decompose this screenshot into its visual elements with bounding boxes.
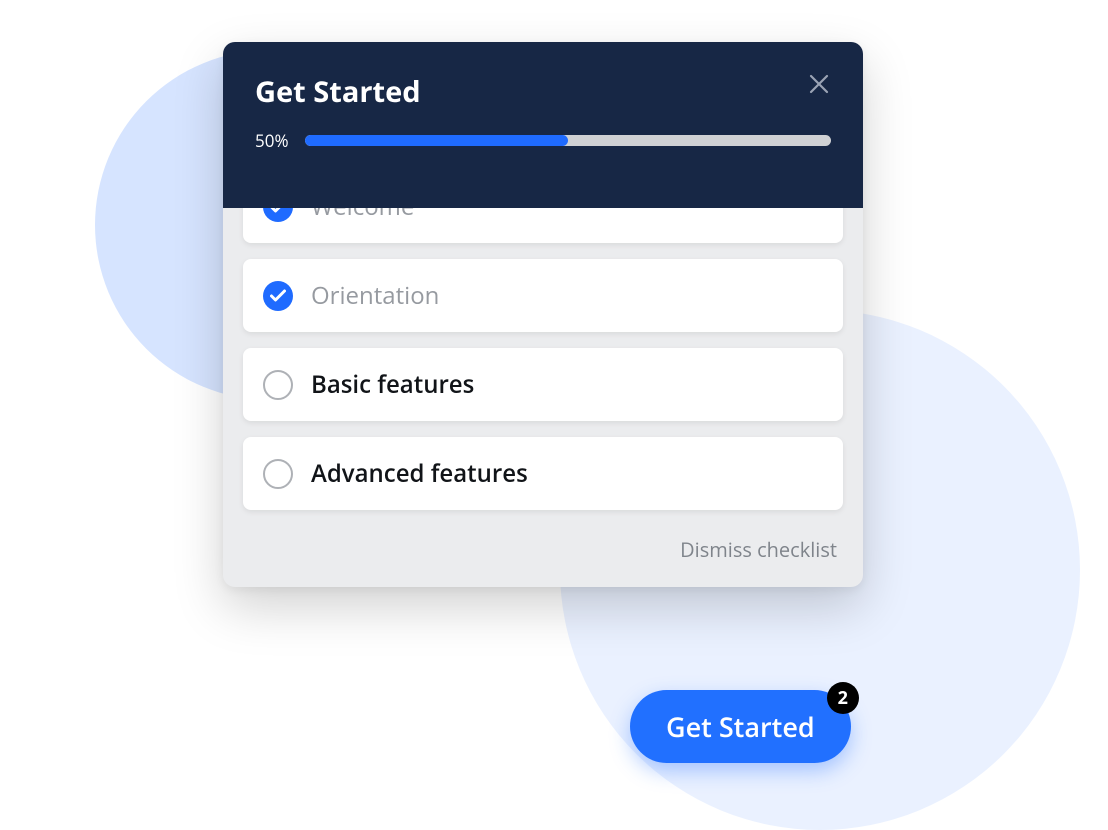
notification-badge: 2: [827, 682, 859, 714]
close-icon: [807, 72, 831, 101]
checklist-item-label: Advanced features: [311, 457, 528, 490]
checklist-item-label: Orientation: [311, 279, 439, 312]
progress-bar: [305, 135, 832, 146]
checklist-item-orientation[interactable]: Orientation: [243, 259, 843, 332]
onboarding-checklist-panel: Get Started 50% Welcome: [223, 42, 863, 587]
progress-bar-fill: [305, 135, 568, 146]
checklist-item-label: Basic features: [311, 368, 474, 401]
dismiss-checklist-link[interactable]: Dismiss checklist: [680, 536, 837, 563]
check-circle-empty-icon: [263, 370, 293, 400]
check-circle-empty-icon: [263, 459, 293, 489]
close-button[interactable]: [805, 72, 833, 100]
checklist-list: Welcome Orientation Basic features Advan…: [223, 170, 863, 530]
panel-title: Get Started: [255, 72, 831, 111]
checklist-item-advanced-features[interactable]: Advanced features: [243, 437, 843, 510]
checklist-item-basic-features[interactable]: Basic features: [243, 348, 843, 421]
get-started-button[interactable]: Get Started 2: [630, 690, 851, 763]
progress-row: 50%: [255, 129, 831, 152]
dismiss-row: Dismiss checklist: [223, 530, 863, 587]
progress-label: 50%: [255, 129, 289, 152]
panel-header: Get Started 50%: [223, 42, 863, 208]
check-circle-done-icon: [263, 281, 293, 311]
get-started-button-label: Get Started: [666, 708, 815, 745]
